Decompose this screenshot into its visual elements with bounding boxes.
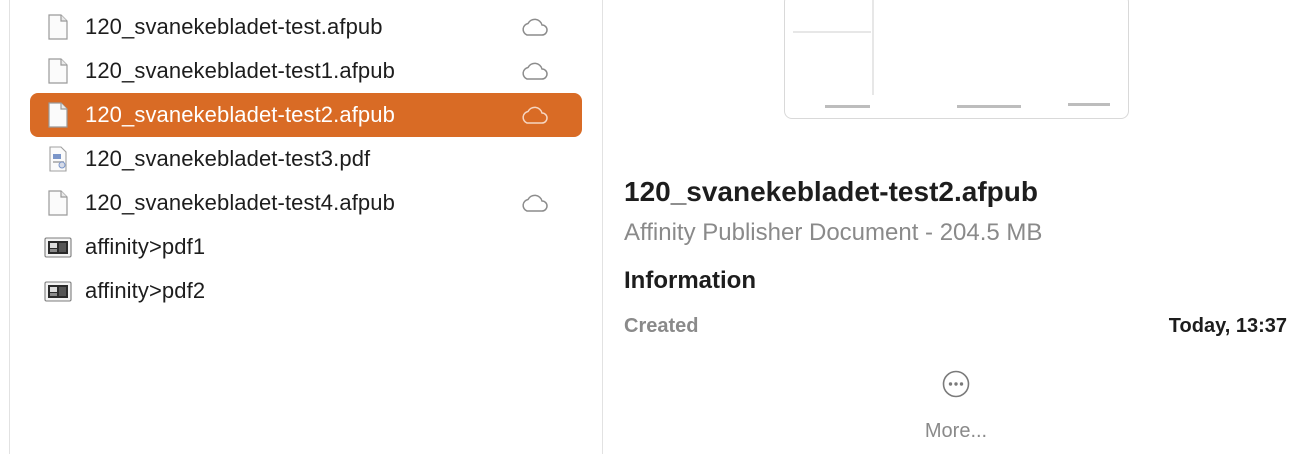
- icloud-status-icon[interactable]: [518, 16, 550, 38]
- information-heading: Information: [624, 267, 756, 294]
- alias-icon: [44, 233, 72, 261]
- file-name: affinity>pdf1: [85, 234, 206, 259]
- file-row[interactable]: affinity>pdf2: [30, 269, 582, 313]
- icloud-status-icon[interactable]: [518, 60, 550, 82]
- file-row[interactable]: 120_svanekebladet-test1.afpub: [30, 49, 582, 93]
- document-icon: [44, 101, 72, 129]
- document-icon: [44, 189, 72, 217]
- pdf-icon: [44, 145, 72, 173]
- more-label: More...: [924, 420, 988, 442]
- pane-divider[interactable]: [602, 0, 603, 454]
- created-label: Created: [624, 315, 699, 337]
- document-icon: [44, 57, 72, 85]
- more-button[interactable]: More...: [920, 368, 992, 450]
- file-name: affinity>pdf2: [85, 278, 206, 303]
- file-name: 120_svanekebladet-test1.afpub: [85, 58, 395, 83]
- file-row[interactable]: 120_svanekebladet-test3.pdf: [30, 137, 582, 181]
- sidebar-edge: [9, 0, 10, 454]
- detail-filename: 120_svanekebladet-test2.afpub: [624, 176, 1038, 207]
- file-name: 120_svanekebladet-test.afpub: [85, 14, 383, 39]
- file-name: 120_svanekebladet-test3.pdf: [85, 146, 371, 171]
- document-icon: [44, 13, 72, 41]
- file-name: 120_svanekebladet-test4.afpub: [85, 190, 395, 215]
- detail-kind-size: Affinity Publisher Document - 204.5 MB: [624, 219, 1043, 246]
- file-list: 120_svanekebladet-test.afpub 120_svanekeb…: [30, 5, 582, 313]
- file-name: 120_svanekebladet-test2.afpub: [85, 102, 395, 127]
- icloud-status-icon[interactable]: [518, 192, 550, 214]
- file-row[interactable]: affinity>pdf1: [30, 225, 582, 269]
- ellipsis-circle-icon: [942, 370, 970, 398]
- created-value: Today, 13:37: [1168, 315, 1287, 337]
- file-preview-thumbnail: [784, 0, 1129, 119]
- file-row[interactable]: 120_svanekebladet-test4.afpub: [30, 181, 582, 225]
- alias-icon: [44, 277, 72, 305]
- icloud-status-icon[interactable]: [518, 104, 550, 126]
- file-row[interactable]: 120_svanekebladet-test2.afpub: [30, 93, 582, 137]
- file-row[interactable]: 120_svanekebladet-test.afpub: [30, 5, 582, 49]
